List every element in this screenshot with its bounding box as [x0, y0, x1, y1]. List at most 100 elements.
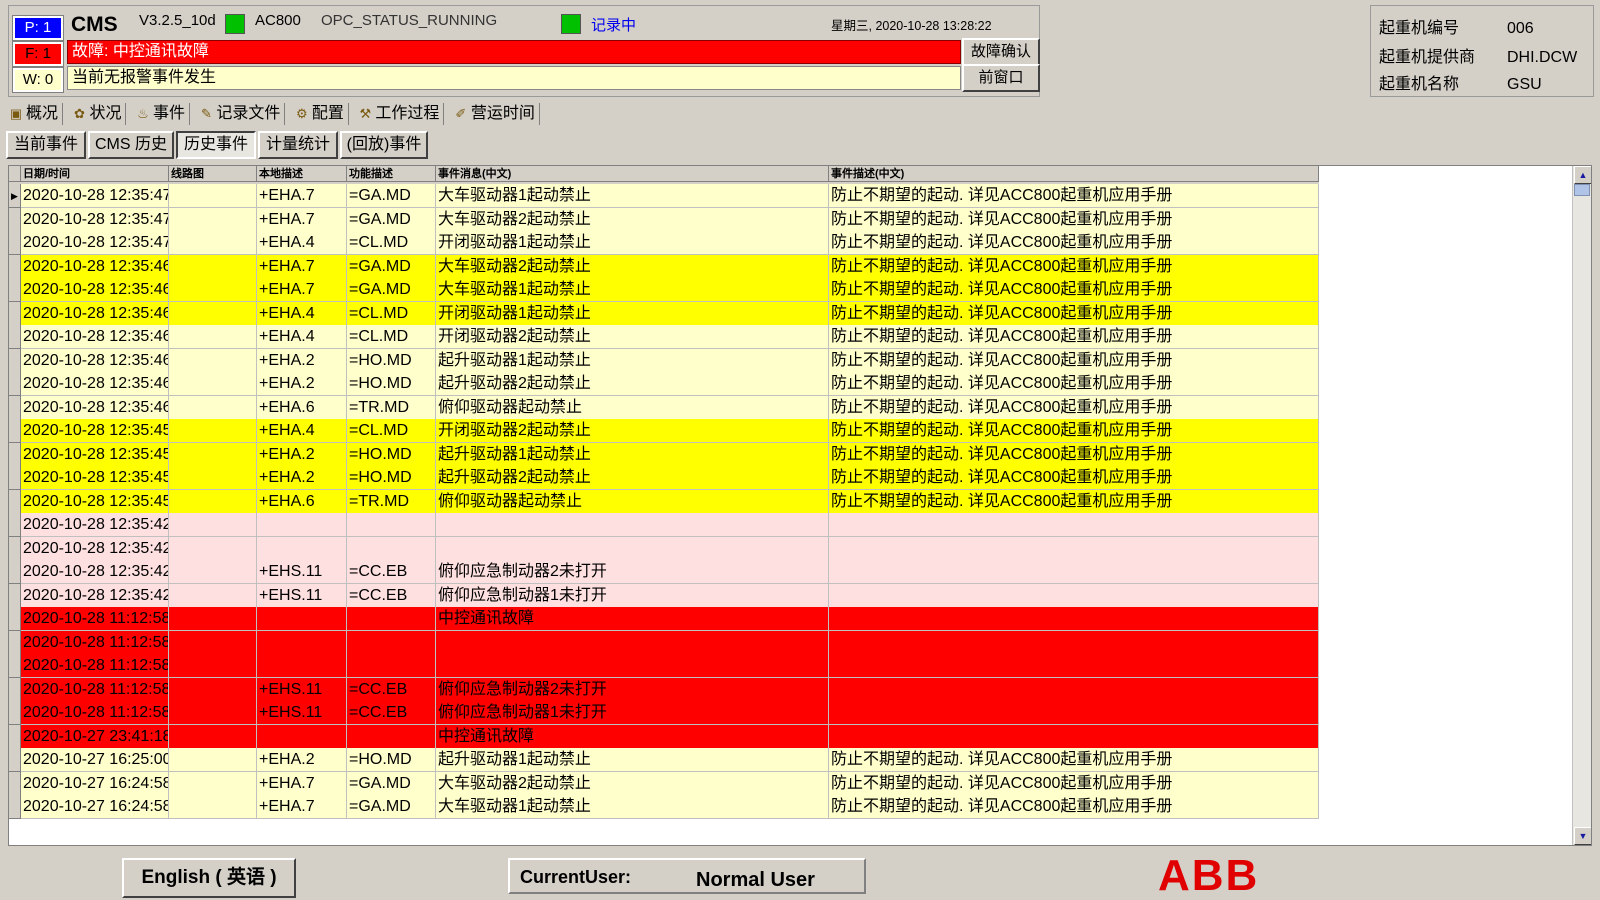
event-row[interactable]: 2020-10-28 12:35:46 +EHA.4 =CL.MD 开闭驱动器1起动禁… — [9, 301, 1319, 326]
row-selector[interactable] — [9, 489, 21, 514]
tab-label: 工作过程 — [375, 105, 440, 122]
row-selector[interactable] — [9, 771, 21, 796]
event-row[interactable]: 2020-10-27 23:41:18 中控通讯故障 — [9, 724, 1319, 749]
row-selector[interactable] — [9, 442, 21, 467]
cell-line-diagram — [169, 701, 257, 725]
crane-number-label: 起重机编号 — [1379, 20, 1460, 37]
row-selector-arrow-icon[interactable]: ▶ — [9, 184, 21, 208]
row-selector[interactable] — [9, 395, 21, 420]
cell-event-message: 起升驱动器2起动禁止 — [436, 466, 829, 490]
event-row[interactable]: ▶ 2020-10-28 12:35:47 +EHA.7 =GA.MD 大车驱动器1起动… — [9, 184, 1319, 208]
event-row[interactable]: 2020-10-28 12:35:45 +EHA.4 =CL.MD 开闭驱动器2起动禁… — [9, 419, 1319, 443]
cell-line-diagram — [169, 231, 257, 255]
row-selector[interactable] — [9, 607, 21, 631]
fault-acknowledge-button[interactable]: 故障确认 — [962, 38, 1040, 66]
event-row[interactable]: 2020-10-27 16:24:58 +EHA.7 =GA.MD 大车驱动器1起动禁… — [9, 795, 1319, 819]
subtab-history-events[interactable]: 历史事件 — [176, 131, 256, 159]
event-row[interactable]: 2020-10-28 12:35:46 +EHA.7 =GA.MD 大车驱动器1起动禁… — [9, 278, 1319, 302]
event-row[interactable]: 2020-10-28 11:12:58 +EHS.11 =CC.EB 俯仰应急制动器2… — [9, 677, 1319, 702]
event-row[interactable]: 2020-10-28 11:12:58 — [9, 630, 1319, 655]
row-selector[interactable] — [9, 654, 21, 678]
column-header[interactable]: 线路图 — [169, 166, 257, 182]
row-selector[interactable] — [9, 278, 21, 302]
row-selector[interactable] — [9, 254, 21, 279]
row-selector[interactable] — [9, 560, 21, 584]
row-selector[interactable] — [9, 372, 21, 396]
row-selector[interactable] — [9, 513, 21, 537]
event-row[interactable]: 2020-10-28 12:35:45 +EHA.2 =HO.MD 起升驱动器2起动禁… — [9, 466, 1319, 490]
row-selector[interactable] — [9, 419, 21, 443]
event-row[interactable]: 2020-10-28 12:35:46 +EHA.6 =TR.MD 俯仰驱动器起动禁止… — [9, 395, 1319, 420]
subtab-cms-history[interactable]: CMS 历史 — [88, 131, 174, 159]
cell-event-description — [829, 701, 1319, 725]
tab-status[interactable]: ✿ 状况 — [69, 103, 127, 125]
row-selector[interactable] — [9, 207, 21, 232]
cell-event-description: 防止不期望的起动. 详见ACC800起重机应用手册 — [829, 372, 1319, 396]
tab-config[interactable]: ⚙ 配置 — [292, 103, 349, 125]
event-row[interactable]: 2020-10-28 12:35:42 +EHS.11 =CC.EB 俯仰应急制动器1… — [9, 583, 1319, 608]
event-row[interactable]: 2020-10-28 12:35:42 — [9, 536, 1319, 561]
tab-work-process[interactable]: ⚒ 工作过程 — [355, 103, 445, 125]
event-row[interactable]: 2020-10-28 12:35:45 +EHA.2 =HO.MD 起升驱动器1起动禁… — [9, 442, 1319, 467]
subtab-current-events[interactable]: 当前事件 — [6, 131, 86, 159]
cell-event-description: 防止不期望的起动. 详见ACC800起重机应用手册 — [829, 278, 1319, 302]
language-button[interactable]: English ( 英语 ) — [122, 858, 296, 898]
cell-datetime: 2020-10-28 12:35:42 — [21, 513, 169, 537]
column-header[interactable]: 事件描述(中文) — [829, 166, 1319, 182]
cell-event-description: 防止不期望的起动. 详见ACC800起重机应用手册 — [829, 795, 1319, 819]
column-header[interactable]: 日期/时间 — [21, 166, 169, 182]
row-selector[interactable] — [9, 348, 21, 373]
event-row[interactable]: 2020-10-28 12:35:46 +EHA.4 =CL.MD 开闭驱动器2起动禁… — [9, 325, 1319, 349]
event-row[interactable]: 2020-10-28 12:35:42 — [9, 513, 1319, 537]
tab-operating-time[interactable]: ✐ 营运时间 — [451, 103, 540, 125]
previous-window-button[interactable]: 前窗口 — [962, 64, 1040, 92]
row-selector[interactable] — [9, 630, 21, 655]
version-label: V3.2.5_10d — [139, 12, 216, 29]
cell-function-desc: =CC.EB — [347, 701, 436, 725]
event-row[interactable]: 2020-10-27 16:25:00 +EHA.2 =HO.MD 起升驱动器1起动禁… — [9, 748, 1319, 772]
event-row[interactable]: 2020-10-28 12:35:45 +EHA.6 =TR.MD 俯仰驱动器起动禁止… — [9, 489, 1319, 514]
row-selector[interactable] — [9, 301, 21, 326]
cell-function-desc — [347, 513, 436, 537]
event-row[interactable]: 2020-10-28 12:35:47 +EHA.7 =GA.MD 大车驱动器2起动禁… — [9, 207, 1319, 232]
event-row[interactable]: 2020-10-28 11:12:58 中控通讯故障 — [9, 607, 1319, 631]
row-selector[interactable] — [9, 231, 21, 255]
row-selector[interactable] — [9, 701, 21, 725]
cell-function-desc: =HO.MD — [347, 748, 436, 772]
row-selector[interactable] — [9, 325, 21, 349]
cell-line-diagram — [169, 630, 257, 655]
event-row[interactable]: 2020-10-28 12:35:46 +EHA.7 =GA.MD 大车驱动器2起动禁… — [9, 254, 1319, 279]
event-row[interactable]: 2020-10-28 12:35:46 +EHA.2 =HO.MD 起升驱动器1起动禁… — [9, 348, 1319, 373]
row-selector[interactable] — [9, 536, 21, 561]
row-selector[interactable] — [9, 795, 21, 819]
event-row[interactable]: 2020-10-28 12:35:47 +EHA.4 =CL.MD 开闭驱动器1起动禁… — [9, 231, 1319, 255]
scroll-up-icon[interactable]: ▲ — [1574, 166, 1591, 184]
subtab-replay-events[interactable]: (回放)事件 — [340, 131, 428, 159]
vertical-scrollbar[interactable]: ▲ ▼ — [1572, 166, 1591, 845]
cell-datetime: 2020-10-28 12:35:42 — [21, 583, 169, 608]
events-grid[interactable]: 日期/时间 线路图 本地描述 功能描述 事件消息(中文) 事件描述(中文) ▶ 2020-10… — [8, 165, 1592, 846]
row-selector[interactable] — [9, 724, 21, 749]
event-row[interactable]: 2020-10-28 12:35:46 +EHA.2 =HO.MD 起升驱动器2起动禁… — [9, 372, 1319, 396]
tab-overview[interactable]: ▣ 概况 — [6, 103, 64, 125]
column-header[interactable]: 本地描述 — [257, 166, 347, 182]
row-selector[interactable] — [9, 466, 21, 490]
cell-function-desc: =CC.EB — [347, 677, 436, 702]
event-row[interactable]: 2020-10-28 11:12:58 — [9, 654, 1319, 678]
row-selector[interactable] — [9, 677, 21, 702]
cell-datetime: 2020-10-28 11:12:58 — [21, 701, 169, 725]
tab-events[interactable]: ♨ 事件 — [132, 103, 190, 125]
scroll-down-icon[interactable]: ▼ — [1574, 827, 1591, 845]
event-row[interactable]: 2020-10-28 12:35:42 +EHS.11 =CC.EB 俯仰应急制动器2… — [9, 560, 1319, 584]
event-row[interactable]: 2020-10-28 11:12:58 +EHS.11 =CC.EB 俯仰应急制动器1… — [9, 701, 1319, 725]
row-selector[interactable] — [9, 748, 21, 772]
scroll-thumb[interactable] — [1574, 184, 1590, 196]
subtab-statistics[interactable]: 计量统计 — [258, 131, 338, 159]
tab-record-files[interactable]: ✎ 记录文件 — [196, 103, 286, 125]
cell-function-desc: =CL.MD — [347, 231, 436, 255]
column-header[interactable]: 事件消息(中文) — [436, 166, 829, 182]
column-header[interactable]: 功能描述 — [347, 166, 436, 182]
fault-count-badge: F: 1 — [12, 41, 64, 67]
event-row[interactable]: 2020-10-27 16:24:58 +EHA.7 =GA.MD 大车驱动器2起动禁… — [9, 771, 1319, 796]
row-selector[interactable] — [9, 583, 21, 608]
